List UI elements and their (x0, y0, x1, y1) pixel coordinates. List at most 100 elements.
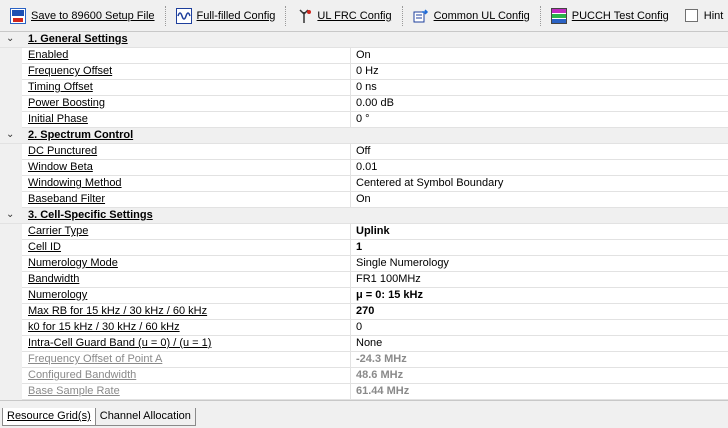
row-gutter (0, 240, 22, 256)
row-gutter (0, 272, 22, 288)
toolbar: Save to 89600 Setup File Full-filled Con… (0, 0, 728, 32)
column-divider[interactable] (350, 256, 351, 272)
column-divider[interactable] (350, 112, 351, 128)
property-value[interactable]: FR1 100MHz (356, 273, 421, 285)
property-row[interactable]: DC Punctured Off (0, 144, 728, 160)
property-row[interactable]: Numerology Mode Single Numerology (0, 256, 728, 272)
property-value[interactable]: 270 (356, 305, 374, 317)
property-row[interactable]: Window Beta 0.01 (0, 160, 728, 176)
toolbar-separator (285, 5, 287, 26)
row-gutter (0, 176, 22, 192)
property-row[interactable]: Max RB for 15 kHz / 30 kHz / 60 kHz 270 (0, 304, 728, 320)
property-value[interactable]: Centered at Symbol Boundary (356, 177, 503, 189)
column-divider[interactable] (350, 176, 351, 192)
property-grid: ⌄ 1. General Settings Enabled On Frequency O… (0, 32, 728, 400)
property-value[interactable]: Single Numerology (356, 257, 449, 269)
toolbar-separator (539, 5, 541, 26)
chevron-down-icon[interactable]: ⌄ (6, 33, 18, 44)
column-divider[interactable] (350, 224, 351, 240)
tab-resource-grids-label: Resource Grid(s) (7, 410, 91, 422)
category-row-3-cell-specific-settings[interactable]: ⌄ 3. Cell-Specific Settings (0, 208, 728, 224)
property-row[interactable]: Frequency Offset of Point A -24.3 MHz (0, 352, 728, 368)
column-divider[interactable] (350, 384, 351, 400)
property-row[interactable]: Configured Bandwidth 48.6 MHz (0, 368, 728, 384)
property-row[interactable]: Numerology μ = 0: 15 kHz (0, 288, 728, 304)
property-name: k0 for 15 kHz / 30 kHz / 60 kHz (28, 321, 180, 333)
property-value[interactable]: 0.01 (356, 161, 377, 173)
property-name: Max RB for 15 kHz / 30 kHz / 60 kHz (28, 305, 208, 317)
save-setup-button[interactable]: Save to 89600 Setup File (6, 4, 159, 28)
row-gutter (0, 304, 22, 320)
hint-checkbox[interactable]: Hint (684, 9, 723, 22)
bottom-tab-bar: Resource Grid(s) Channel Allocation (0, 400, 728, 428)
column-divider[interactable] (350, 240, 351, 256)
property-row[interactable]: Frequency Offset 0 Hz (0, 64, 728, 80)
property-value: 48.6 MHz (356, 369, 404, 381)
property-value[interactable]: 0 (356, 321, 362, 333)
chevron-down-icon[interactable]: ⌄ (6, 129, 18, 140)
property-value[interactable]: 1 (356, 241, 362, 253)
column-divider[interactable] (350, 304, 351, 320)
toolbar-separator (401, 5, 403, 26)
property-value: 61.44 MHz (356, 385, 410, 397)
property-name: Enabled (28, 49, 69, 61)
property-row[interactable]: Timing Offset 0 ns (0, 80, 728, 96)
tab-resource-grids[interactable]: Resource Grid(s) (2, 408, 96, 426)
property-row[interactable]: Cell ID 1 (0, 240, 728, 256)
row-gutter (0, 224, 22, 240)
column-divider[interactable] (350, 272, 351, 288)
column-divider[interactable] (350, 368, 351, 384)
tab-channel-allocation-label: Channel Allocation (99, 410, 191, 422)
property-value[interactable]: 0.00 dB (356, 97, 394, 109)
column-divider[interactable] (350, 48, 351, 64)
row-gutter (0, 368, 22, 384)
property-row[interactable]: k0 for 15 kHz / 30 kHz / 60 kHz 0 (0, 320, 728, 336)
property-name: Window Beta (28, 161, 93, 173)
property-row[interactable]: Baseband Filter On (0, 192, 728, 208)
chevron-down-icon[interactable]: ⌄ (6, 209, 18, 220)
hint-checkbox-box[interactable] (684, 9, 698, 22)
row-gutter (0, 192, 22, 208)
property-row[interactable]: Enabled On (0, 48, 728, 64)
column-divider[interactable] (350, 96, 351, 112)
signal-config-icon (175, 7, 192, 24)
common-ul-config-button[interactable]: Common UL Config (409, 4, 534, 28)
property-value[interactable]: Off (356, 145, 370, 157)
column-divider[interactable] (350, 192, 351, 208)
property-value[interactable]: 0 ° (356, 113, 370, 125)
column-divider[interactable] (350, 288, 351, 304)
column-divider[interactable] (350, 320, 351, 336)
category-row-2-spectrum-control[interactable]: ⌄ 2. Spectrum Control (0, 128, 728, 144)
column-divider[interactable] (350, 80, 351, 96)
property-row[interactable]: Intra-Cell Guard Band (u = 0) / (u = 1) N… (0, 336, 728, 352)
property-row[interactable]: Initial Phase 0 ° (0, 112, 728, 128)
column-divider[interactable] (350, 352, 351, 368)
pucch-test-config-button[interactable]: PUCCH Test Config (547, 4, 673, 28)
column-divider[interactable] (350, 64, 351, 80)
property-name: Windowing Method (28, 177, 122, 189)
property-value[interactable]: On (356, 193, 371, 205)
property-row[interactable]: Base Sample Rate 61.44 MHz (0, 384, 728, 400)
property-row[interactable]: Carrier Type Uplink (0, 224, 728, 240)
row-gutter (0, 144, 22, 160)
property-name: Bandwidth (28, 273, 80, 285)
tab-channel-allocation[interactable]: Channel Allocation (95, 408, 196, 426)
category-row-1-general-settings[interactable]: ⌄ 1. General Settings (0, 32, 728, 48)
ul-frc-config-button[interactable]: UL FRC Config (292, 4, 395, 28)
property-value[interactable]: Uplink (356, 225, 390, 237)
column-divider[interactable] (350, 160, 351, 176)
property-name: Configured Bandwidth (28, 369, 137, 381)
column-divider[interactable] (350, 336, 351, 352)
column-divider[interactable] (350, 144, 351, 160)
category-title: 1. General Settings (28, 33, 128, 45)
property-value[interactable]: μ = 0: 15 kHz (356, 289, 423, 301)
property-row[interactable]: Bandwidth FR1 100MHz (0, 272, 728, 288)
full-filled-config-button[interactable]: Full-filled Config (172, 4, 280, 28)
property-row[interactable]: Power Boosting 0.00 dB (0, 96, 728, 112)
property-value[interactable]: 0 ns (356, 81, 377, 93)
property-value[interactable]: None (356, 337, 382, 349)
property-value[interactable]: 0 Hz (356, 65, 379, 77)
property-row[interactable]: Windowing Method Centered at Symbol Bound… (0, 176, 728, 192)
property-value[interactable]: On (356, 49, 371, 61)
full-filled-config-label: Full-filled Config (196, 9, 276, 22)
